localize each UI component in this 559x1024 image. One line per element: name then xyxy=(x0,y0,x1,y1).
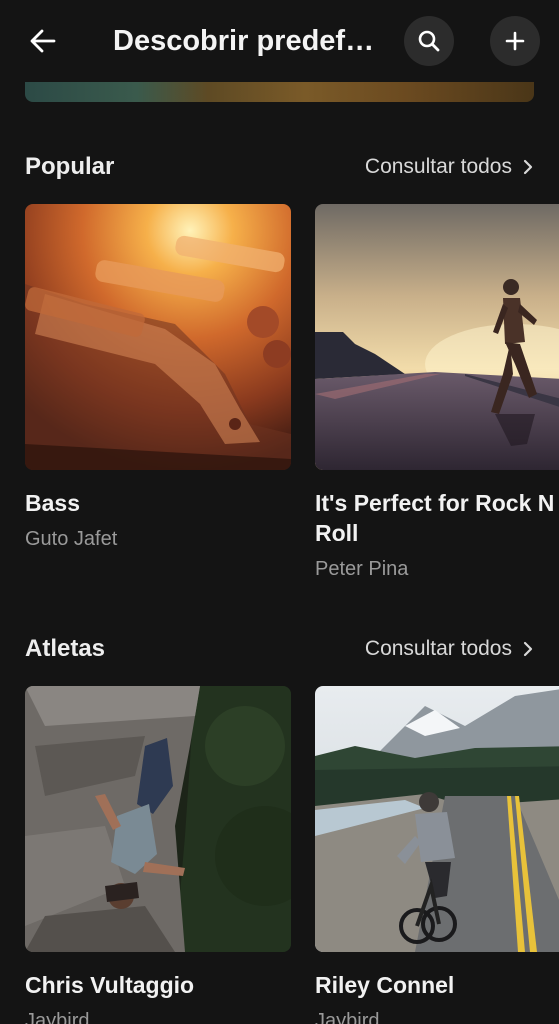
see-all-atletas-button[interactable]: Consultar todos xyxy=(365,631,534,667)
preset-card[interactable]: It's Perfect for Rock N Roll Peter Pina xyxy=(315,204,559,582)
preset-title: Riley Connel xyxy=(315,972,455,998)
preset-image-guitar xyxy=(25,204,291,470)
search-icon xyxy=(418,30,440,52)
preset-title: Chris Vultaggio xyxy=(25,972,195,998)
arrow-left-icon xyxy=(30,29,56,53)
see-all-label: Consultar todos xyxy=(364,637,512,660)
featured-banner-image[interactable] xyxy=(25,82,534,102)
back-button[interactable] xyxy=(18,16,68,66)
preset-title: It's Perfect for Rock N Roll xyxy=(315,490,555,546)
plus-icon xyxy=(505,31,525,51)
chevron-right-icon xyxy=(522,640,534,658)
add-button[interactable] xyxy=(490,16,540,66)
preset-author: Jaybird xyxy=(315,1010,380,1024)
preset-author: Guto Jafet xyxy=(25,528,118,550)
page-title: Descobrir predefi… xyxy=(113,25,375,57)
see-all-label: Consultar todos xyxy=(364,155,512,178)
see-all-popular-button[interactable]: Consultar todos xyxy=(365,149,534,185)
section-header-atletas: Atletas Consultar todos xyxy=(25,631,534,667)
preset-image-cyclist xyxy=(315,686,559,952)
search-button[interactable] xyxy=(404,16,454,66)
section-title: Popular xyxy=(25,153,115,180)
preset-author: Peter Pina xyxy=(315,558,409,580)
preset-card[interactable]: Chris Vultaggio Jaybird xyxy=(25,686,291,1024)
app-screen: Descobrir predefi… Popular Consultar tod… xyxy=(0,0,559,1024)
preset-image-climber xyxy=(25,686,291,952)
preset-image-runner xyxy=(315,204,559,470)
section-title: Atletas xyxy=(25,635,106,662)
chevron-right-icon xyxy=(522,158,534,176)
top-bar: Descobrir predefi… xyxy=(0,0,559,82)
preset-card[interactable]: Bass Guto Jafet xyxy=(25,204,291,552)
preset-title: Bass xyxy=(25,490,80,516)
preset-author: Jaybird xyxy=(25,1010,90,1024)
section-header-popular: Popular Consultar todos xyxy=(25,149,534,185)
preset-card[interactable]: Riley Connel Jaybird xyxy=(315,686,559,1024)
